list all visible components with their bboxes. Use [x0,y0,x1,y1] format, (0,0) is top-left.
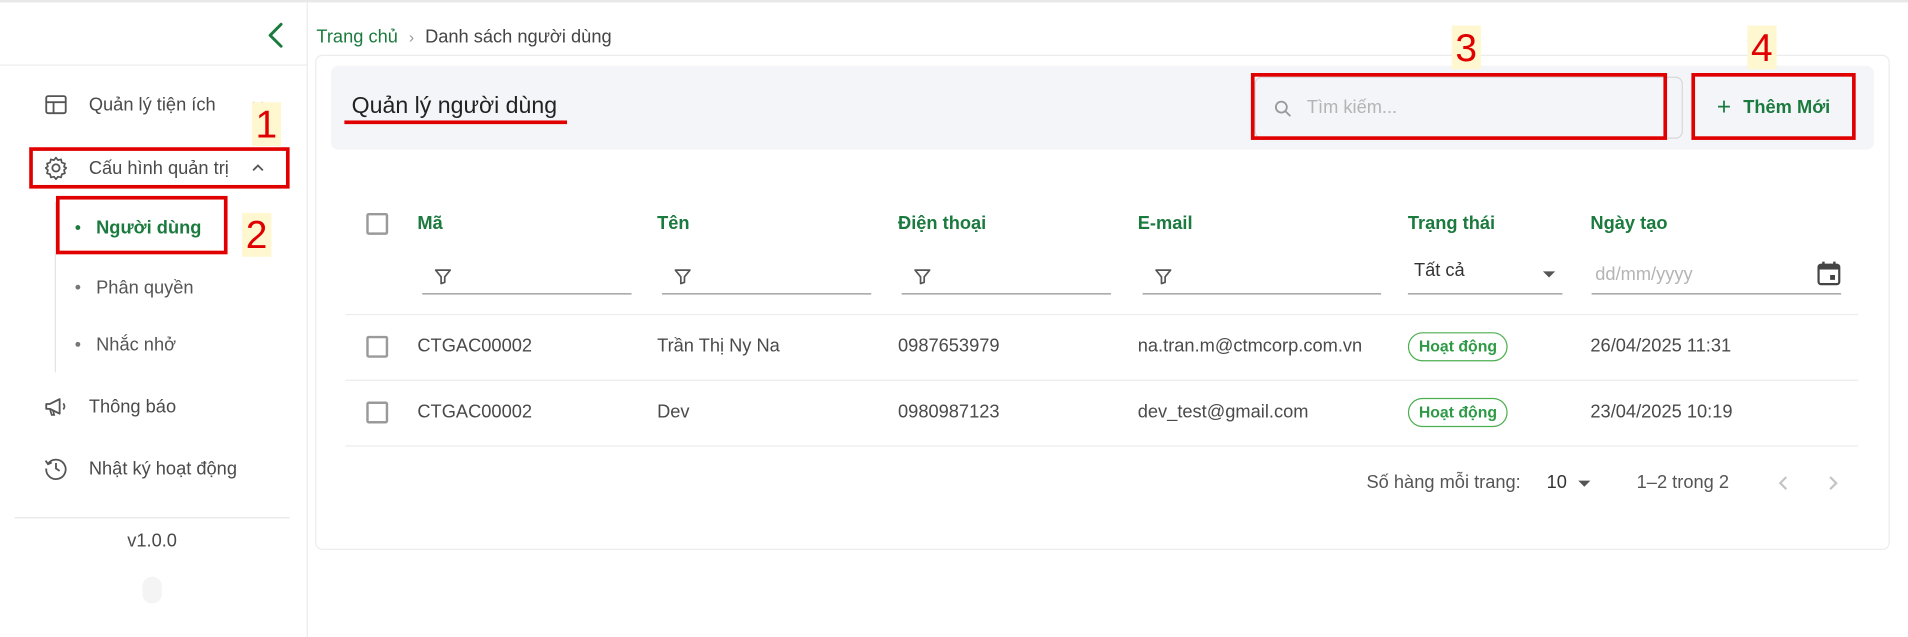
column-header-created[interactable]: Ngày tạo [1590,213,1667,234]
sidebar: Quản lý tiện ích Cấu hình quản trị Người… [0,2,308,637]
filter-date-input[interactable]: dd/mm/yyyy [1591,257,1842,295]
filter-name-input[interactable] [661,259,872,295]
sidebar-item-label: Nhật ký hoạt động [88,458,237,479]
megaphone-icon [43,393,70,420]
next-page-button[interactable] [1819,470,1846,497]
cell-name: Trần Thị Ny Na [657,335,780,357]
cell-phone: 0987653979 [898,335,1000,357]
annotation-box-2 [55,195,228,255]
select-all-checkbox[interactable] [366,212,389,235]
sidebar-subitem-label: Phân quyền [96,276,194,298]
filter-code-input[interactable] [422,259,632,295]
breadcrumb-current: Danh sách người dùng [425,26,612,48]
sidebar-subitem-label: Nhắc nhở [96,334,177,355]
cell-email: na.tran.m@ctmcorp.com.vn [1137,335,1363,357]
row-divider [345,379,1859,381]
cell-created: 26/04/2025 11:31 [1590,335,1732,357]
sidebar-item-utilities[interactable]: Quản lý tiện ích [37,85,286,124]
cell-phone: 0980987123 [898,401,1000,423]
rows-per-page-value: 10 [1546,472,1567,493]
collapse-sidebar-button[interactable] [260,19,292,51]
annotation-number-3: 3 [1451,25,1481,70]
filter-email-input[interactable] [1142,259,1382,295]
column-header-email[interactable]: E-mail [1138,213,1193,234]
sidebar-divider [14,517,290,519]
filter-icon [434,269,452,285]
annotation-number-1: 1 [251,102,281,147]
chevron-right-icon [1829,476,1838,490]
cell-code: CTGAC00002 [417,401,533,423]
sidebar-item-label: Quản lý tiện ích [88,94,216,115]
filter-status-value: Tất cả [1413,260,1465,282]
calendar-icon [1817,261,1841,286]
status-badge: Hoạt động [1407,397,1508,428]
sidebar-item-notifications[interactable]: Thông báo [37,387,286,426]
pagination-range: 1–2 trong 2 [1636,472,1730,493]
annotation-box-4 [1691,73,1856,140]
row-checkbox[interactable] [366,401,389,424]
row-checkbox[interactable] [366,335,389,358]
annotation-underline [344,120,568,125]
row-divider [345,313,1859,316]
chevron-left-icon [1778,476,1788,490]
chevron-left-icon [268,22,283,48]
annotation-number-4: 4 [1747,25,1777,70]
breadcrumb-home-link[interactable]: Trang chủ [316,27,398,48]
placeholder-shape [142,576,162,604]
cell-code: CTGAC00002 [417,335,533,357]
column-header-status[interactable]: Trạng thái [1408,213,1495,234]
cell-name: Dev [657,401,690,423]
filter-icon [674,269,691,285]
column-header-code[interactable]: Mã [417,213,442,234]
sidebar-item-label: Thông báo [88,396,177,417]
sidebar-item-activity-log[interactable]: Nhật ký hoạt động [37,449,286,488]
app-root: Quản lý tiện ích Cấu hình quản trị Người… [0,0,1908,637]
status-badge: Hoạt động [1407,332,1508,362]
sidebar-divider [0,64,308,66]
cell-email: dev_test@gmail.com [1137,401,1309,423]
annotation-number-2: 2 [242,212,272,257]
column-header-name[interactable]: Tên [657,213,689,234]
filter-phone-input[interactable] [901,259,1111,295]
layout-icon [43,91,70,118]
row-divider [345,445,1859,447]
breadcrumb: Trang chủ › Danh sách người dùng [316,27,611,48]
filter-icon [914,269,931,285]
column-header-phone[interactable]: Điện thoại [898,213,986,234]
caret-down-icon [1578,480,1591,487]
bullet-icon [75,284,81,290]
annotation-box-3 [1250,73,1668,140]
caret-down-icon [1542,271,1556,278]
rows-per-page-select[interactable]: 10 [1547,468,1596,497]
bullet-icon [75,341,81,347]
date-placeholder: dd/mm/yyyy [1595,264,1693,285]
breadcrumb-separator: › [408,27,415,47]
previous-page-button[interactable] [1771,470,1798,497]
annotation-box-1 [29,147,290,189]
app-version: v1.0.0 [127,530,177,552]
history-icon [43,455,70,482]
sidebar-subitem-permissions[interactable]: Phân quyền [75,270,194,304]
rows-per-page-label: Số hàng mỗi trang: [1366,472,1521,493]
page-title: Quản lý người dùng [351,93,558,120]
sidebar-subitem-reminders[interactable]: Nhắc nhở [75,327,176,361]
filter-status-select[interactable]: Tất cả [1407,257,1563,295]
filter-icon [1155,269,1172,285]
cell-created: 23/04/2025 10:19 [1590,401,1733,423]
